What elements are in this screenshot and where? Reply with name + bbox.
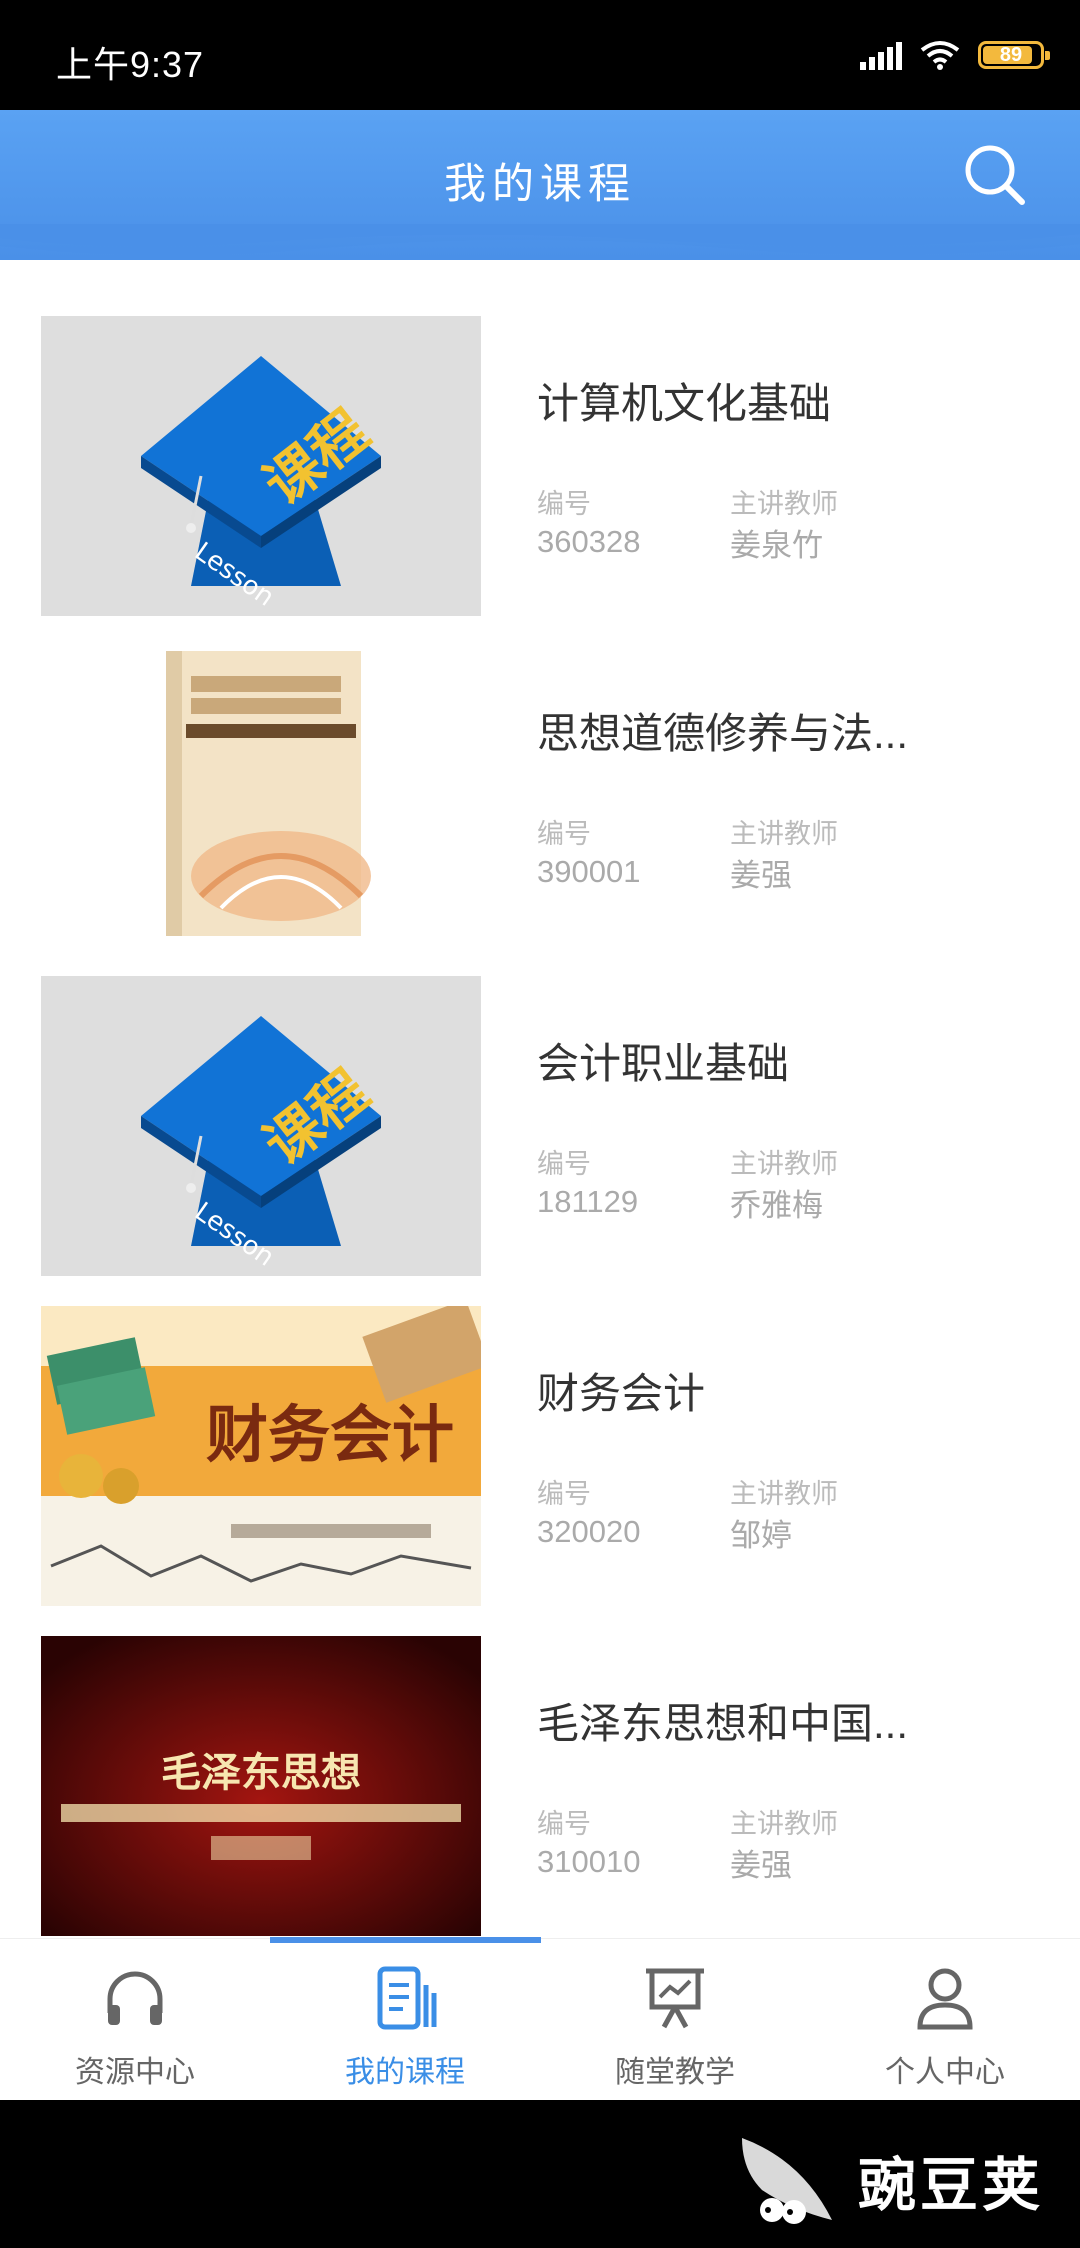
teacher-label: 主讲教师 (730, 1809, 838, 1839)
presentation-icon (646, 1968, 704, 2029)
course-title: 思想道德修养与法... (537, 710, 909, 757)
page-title: 我的课程 (443, 160, 636, 207)
course-title: 财务会计 (537, 1370, 706, 1417)
teacher-label: 主讲教师 (730, 819, 838, 849)
svg-text:财务会计: 财务会计 (206, 1398, 454, 1471)
course-code-label: 编号 (537, 819, 591, 849)
battery-icon: 89 (978, 41, 1050, 69)
document-icon (377, 1966, 437, 2030)
watermark: 豌豆荚 (732, 2130, 1044, 2230)
course-title: 会计职业基础 (537, 1040, 790, 1087)
wifi-icon (920, 41, 960, 70)
tab-label: 随堂教学 (615, 2056, 735, 2089)
course-code-label: 编号 (537, 489, 591, 519)
course-item[interactable]: Lesson 课程 计算机文化基础 编号 360328 主讲教师 姜泉竹 (0, 300, 1080, 616)
course-thumbnail: 毛泽东思想 (41, 1636, 481, 1936)
headphones-icon (107, 1971, 163, 2025)
teacher-name: 姜泉竹 (730, 528, 823, 563)
course-code: 360328 (537, 524, 641, 559)
course-thumbnail (41, 646, 481, 946)
teacher-label: 主讲教师 (730, 1149, 838, 1179)
course-code-label: 编号 (537, 1479, 591, 1509)
search-icon[interactable] (960, 140, 1030, 210)
status-icons: 89 (860, 40, 1050, 70)
teacher-label: 主讲教师 (730, 489, 838, 519)
teacher-name: 姜强 (730, 1848, 792, 1883)
course-code: 310010 (537, 1844, 641, 1879)
course-title: 计算机文化基础 (537, 380, 832, 427)
course-code: 181129 (537, 1184, 639, 1219)
header-wave (0, 224, 1080, 256)
course-code: 320020 (537, 1514, 641, 1549)
teacher-name: 邹婷 (730, 1518, 792, 1553)
course-item[interactable]: 财务会计 财务会计 编号 320020 主讲教师 邹婷 (0, 1290, 1080, 1606)
lesson-cap-image: Lesson 课程 (41, 316, 481, 616)
tab-classroom-teaching[interactable]: 随堂教学 (540, 1939, 810, 2101)
finance-banner-image: 财务会计 (41, 1306, 481, 1606)
course-code: 390001 (537, 854, 641, 889)
course-thumbnail: 财务会计 (41, 1306, 481, 1606)
course-item[interactable]: Lesson 课程 会计职业基础 编号 181129 主讲教师 乔雅梅 (0, 960, 1080, 1276)
red-banner-image: 毛泽东思想 (41, 1636, 481, 1936)
battery-level: 89 (999, 43, 1023, 66)
course-thumbnail: Lesson 课程 (41, 316, 481, 616)
tab-my-courses[interactable]: 我的课程 (270, 1939, 540, 2101)
tab-label: 个人中心 (885, 2056, 1005, 2089)
lesson-cap-image: Lesson 课程 (41, 976, 481, 1276)
course-item[interactable]: 思想道德修养与法... 编号 390001 主讲教师 姜强 (0, 630, 1080, 946)
system-nav-bar: 豌豆荚 (0, 2100, 1080, 2248)
person-icon (917, 1968, 973, 2030)
course-title: 毛泽东思想和中国... (537, 1700, 909, 1747)
course-thumbnail: Lesson 课程 (41, 976, 481, 1276)
bottom-tab-bar: 资源中心 我的课程 随堂教学 个人中心 (0, 1937, 1080, 2101)
course-code-label: 编号 (537, 1809, 591, 1839)
status-time: 上午9:37 (56, 44, 205, 85)
book-cover-image (41, 646, 481, 946)
tab-label: 资源中心 (75, 2056, 195, 2089)
teacher-name: 姜强 (730, 858, 792, 893)
teacher-name: 乔雅梅 (730, 1188, 823, 1223)
watermark-text: 豌豆荚 (857, 2153, 1044, 2218)
course-code-label: 编号 (537, 1149, 591, 1179)
pea-pod-logo-icon (741, 2138, 832, 2224)
status-bar: 上午9:37 89 (0, 0, 1080, 110)
svg-text:毛泽东思想: 毛泽东思想 (161, 1750, 361, 1796)
course-item[interactable]: 毛泽东思想 毛泽东思想和中国... 编号 310010 主讲教师 姜强 (0, 1620, 1080, 1936)
tab-label: 我的课程 (345, 2056, 465, 2089)
tab-personal-center[interactable]: 个人中心 (810, 1939, 1080, 2101)
signal-icon (860, 40, 902, 70)
tab-resource-center[interactable]: 资源中心 (0, 1939, 270, 2101)
teacher-label: 主讲教师 (730, 1479, 838, 1509)
